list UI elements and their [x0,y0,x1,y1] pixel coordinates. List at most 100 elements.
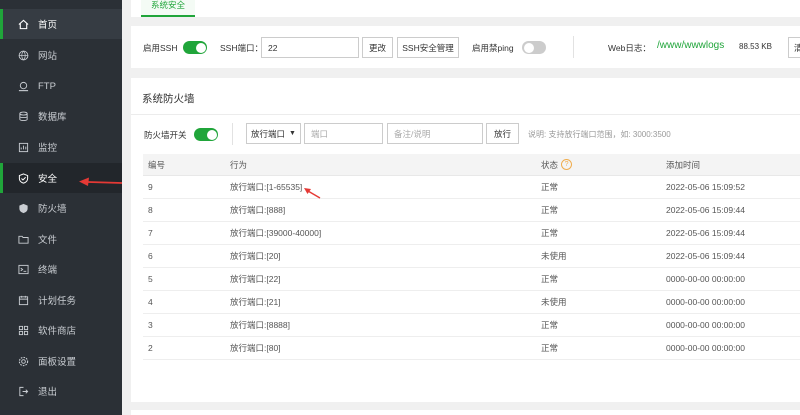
sidebar-item-app-store[interactable]: 软件商店 [0,315,122,345]
tab-bar: 系统安全 [131,0,800,17]
divider [573,36,574,58]
gear-icon [17,355,29,367]
rule-time: 0000-00-00 00:00:00 [666,274,745,284]
terminal-icon [17,263,29,275]
rule-action: 放行端口:[22] [230,274,281,284]
sidebar-item-terminal[interactable]: 终端 [0,254,122,284]
ssh-port-label: SSH端口： [220,43,263,53]
sidebar-item-monitor[interactable]: 监控 [0,132,122,162]
rule-action: 放行端口:[8888] [230,320,290,330]
weblog-path-link[interactable]: /www/wwwlogs [657,40,724,51]
rule-type-select[interactable]: 放行端口 ▼ [246,123,301,144]
firewall-switch-label: 防火墙开关 [144,130,187,140]
firewall-switch-toggle[interactable] [194,128,218,141]
table-row: 5 放行端口:[22] 正常 0000-00-00 00:00:00 [143,268,800,291]
rule-type-value: 放行端口 [251,128,286,139]
firewall-icon [17,202,29,214]
database-icon [17,110,29,122]
folder-icon [17,233,29,245]
rule-status: 正常 [541,228,559,238]
ping-ban-toggle[interactable] [522,41,546,54]
clean-log-button[interactable]: 清 [788,37,800,58]
sidebar-item-website[interactable]: 网站 [0,40,122,70]
rule-id: 4 [148,297,153,307]
logout-icon [17,385,29,397]
apps-icon [17,324,29,336]
ssh-settings-bar: 启用SSH SSH端口： 22 更改 SSH安全管理 启用禁ping Web日志… [131,26,800,68]
ssh-security-manage-button[interactable]: SSH安全管理 [397,37,459,58]
sidebar-item-firewall[interactable]: 防火墙 [0,193,122,223]
rule-id: 9 [148,182,153,192]
rule-id: 8 [148,205,153,215]
weblog-size: 88.53 KB [739,42,772,51]
sidebar-item-ftp[interactable]: FTP [0,71,122,101]
rule-status: 正常 [541,320,559,330]
rule-action: 放行端口:[80] [230,343,281,353]
sidebar-item-cron[interactable]: 计划任务 [0,285,122,315]
rule-status: 正常 [541,274,559,284]
rule-action: 放行端口:[39000-40000] [230,228,322,238]
annotation-arrow-icon [79,177,123,186]
rule-time: 0000-00-00 00:00:00 [666,320,745,330]
sidebar-item-home[interactable]: 首页 [0,9,122,39]
table-row: 8 放行端口:[888] 正常 2022-05-06 15:09:44 [143,199,800,222]
allow-port-button[interactable]: 放行 [486,123,519,144]
rule-time: 2022-05-06 15:09:52 [666,182,745,192]
annotation-arrow-icon [304,188,321,199]
rule-time: 0000-00-00 00:00:00 [666,343,745,353]
globe-icon [17,49,29,61]
port-range-hint: 说明: 支持放行端口范围，如: 3000:3500 [528,130,671,139]
rule-action: 放行端口:[21] [230,297,281,307]
table-header: 编号 行为 状态 ? 添加时间 [143,154,800,176]
ftp-icon [17,80,29,92]
sidebar-item-label: 网站 [38,51,58,62]
sidebar-item-label: FTP [38,80,56,92]
rule-action: 放行端口:[20] [230,251,281,261]
table-row: 9 放行端口:[1-65535] 正常 2022-05-06 15:09:52 [143,176,800,199]
ssh-enable-label: 启用SSH [143,43,178,53]
sidebar-item-files[interactable]: 文件 [0,224,122,254]
rule-time: 2022-05-06 15:09:44 [666,251,745,261]
column-time: 添加时间 [666,159,701,170]
column-status-label: 状态 [541,159,559,170]
sidebar-item-database[interactable]: 数据库 [0,101,122,131]
table-row: 2 放行端口:[80] 正常 0000-00-00 00:00:00 [143,337,800,360]
sidebar-item-label: 监控 [38,143,58,154]
sidebar-item-label: 安全 [38,174,58,185]
divider [232,123,233,145]
chevron-down-icon: ▼ [289,130,296,137]
firewall-title: 系统防火墙 [142,93,195,105]
sidebar-item-label: 终端 [38,265,58,276]
table-row: 7 放行端口:[39000-40000] 正常 2022-05-06 15:09… [143,222,800,245]
sidebar-item-logout[interactable]: 退出 [0,376,122,406]
tab-system-security[interactable]: 系统安全 [141,0,196,17]
ssh-enable-toggle[interactable] [183,41,207,54]
home-icon [17,18,29,30]
rule-id: 3 [148,320,153,330]
rule-id: 2 [148,343,153,353]
rule-time: 2022-05-06 15:09:44 [666,205,745,215]
remark-input[interactable]: 备注/说明 [387,123,483,144]
sidebar-item-label: 文件 [38,235,58,246]
sidebar-item-label: 退出 [38,387,58,398]
sidebar-item-settings[interactable]: 面板设置 [0,346,122,376]
help-icon[interactable]: ? [561,159,573,170]
sidebar-item-label: 防火墙 [38,204,67,215]
rule-id: 5 [148,274,153,284]
sidebar-item-label: 面板设置 [38,357,77,368]
sidebar-item-label: 数据库 [38,112,67,123]
change-port-button[interactable]: 更改 [362,37,393,58]
shield-icon [17,172,29,184]
table-row: 4 放行端口:[21] 未使用 0000-00-00 00:00:00 [143,291,800,314]
port-input[interactable]: 端口 [304,123,383,144]
monitor-icon [17,141,29,153]
rule-action: 放行端口:[1-65535] [230,182,303,192]
divider [131,114,800,115]
rule-time: 2022-05-06 15:09:44 [666,228,745,238]
column-action: 行为 [230,159,248,170]
column-id: 编号 [148,159,166,170]
calendar-icon [17,294,29,306]
sidebar-item-label: 软件商店 [38,326,77,337]
ssh-port-input[interactable]: 22 [261,37,359,58]
table-row: 3 放行端口:[8888] 正常 0000-00-00 00:00:00 [143,314,800,337]
